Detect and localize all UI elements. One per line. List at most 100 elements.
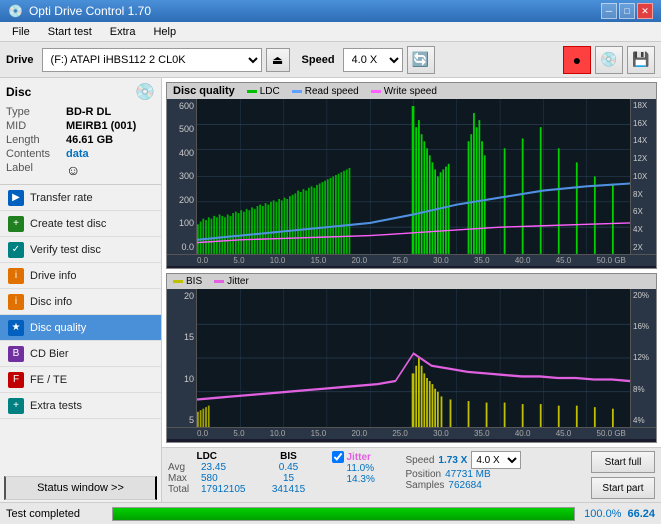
chart-bis-section: BIS Jitter 20 15 10 5	[166, 273, 657, 443]
disc-label-icon[interactable]: ☺	[66, 162, 80, 178]
ldc-avg: 23.45	[201, 462, 226, 473]
chart2-x-5: 5.0	[233, 429, 244, 438]
drive-select[interactable]: (F:) ATAPI iHBS112 2 CL0K	[42, 48, 262, 72]
chart1-y-0: 0.0	[169, 242, 194, 252]
save-button[interactable]: 💾	[627, 46, 655, 74]
speed-current: 1.73 X	[438, 455, 467, 466]
jitter-checkbox[interactable]	[332, 451, 344, 463]
disc-contents-value: data	[66, 148, 89, 160]
chart2-header: BIS Jitter	[167, 274, 656, 289]
sidebar-item-disc-info[interactable]: i Disc info	[0, 289, 161, 315]
speed-select[interactable]: 4.0 X	[343, 48, 403, 72]
disc-mid-value: MEIRB1 (001)	[66, 120, 136, 132]
chart2-y-20: 20	[169, 291, 194, 301]
cd-bier-icon: B	[8, 346, 24, 362]
chart-container: Disc quality LDC Read speed Write speed	[162, 78, 661, 447]
disc-type-value: BD-R DL	[66, 106, 111, 118]
disc-mid-field: MID MEIRB1 (001)	[6, 120, 155, 132]
sidebar-item-fe-te[interactable]: F FE / TE	[0, 367, 161, 393]
menu-extra[interactable]: Extra	[102, 24, 144, 40]
bis-total: 341415	[264, 484, 314, 495]
verify-test-disc-label: Verify test disc	[30, 244, 101, 256]
status-bar: Test completed 100.0% 66.24	[0, 502, 661, 524]
sidebar-item-transfer-rate[interactable]: ▶ Transfer rate	[0, 185, 161, 211]
drive-info-label: Drive info	[30, 270, 76, 282]
title-bar: 💿 Opti Drive Control 1.70 ─ □ ✕	[0, 0, 661, 22]
progress-value: 100.0%	[581, 508, 621, 520]
menu-file[interactable]: File	[4, 24, 38, 40]
refresh-button[interactable]: 🔄	[407, 46, 435, 74]
start-full-button[interactable]: Start full	[591, 451, 655, 473]
bis-avg: 0.45	[264, 462, 314, 473]
fe-te-icon: F	[8, 372, 24, 388]
chart1-x-10: 10.0	[270, 256, 286, 265]
speed-max-select[interactable]: 4.0 X	[471, 451, 521, 469]
chart2-yr-16: 16%	[633, 322, 654, 331]
disc-title: Disc	[6, 85, 31, 99]
disc-button[interactable]: 💿	[595, 46, 623, 74]
sidebar-item-cd-bier[interactable]: B CD Bier	[0, 341, 161, 367]
jitter-max: 14.3%	[332, 474, 392, 485]
chart1-yr-4x: 4X	[633, 225, 654, 234]
chart2-x-25: 25.0	[392, 429, 408, 438]
chart1-x-45: 45.0	[556, 256, 572, 265]
minimize-button[interactable]: ─	[601, 3, 617, 19]
maximize-button[interactable]: □	[619, 3, 635, 19]
menu-bar: File Start test Extra Help	[0, 22, 661, 42]
position-label: Position	[406, 469, 442, 480]
ldc-header: LDC	[168, 451, 246, 462]
chart1-yr-12x: 12X	[633, 154, 654, 163]
disc-length-value: 46.61 GB	[66, 134, 113, 146]
chart1-x-20: 20.0	[351, 256, 367, 265]
disc-section-icon: 💿	[135, 82, 155, 102]
sidebar-item-extra-tests[interactable]: + Extra tests	[0, 393, 161, 419]
sidebar-item-drive-info[interactable]: i Drive info	[0, 263, 161, 289]
sidebar-item-create-test-disc[interactable]: + Create test disc	[0, 211, 161, 237]
chart1-svg	[197, 99, 630, 254]
chart1-y-100: 100	[169, 218, 194, 228]
chart1-x-15: 15.0	[311, 256, 327, 265]
create-test-disc-label: Create test disc	[30, 218, 106, 230]
jitter-avg: 11.0%	[332, 463, 392, 474]
chart2-y-15: 15	[169, 332, 194, 342]
disc-section: Disc 💿 Type BD-R DL MID MEIRB1 (001) Len…	[0, 78, 161, 185]
chart2-yr-12: 12%	[633, 353, 654, 362]
start-part-button[interactable]: Start part	[591, 477, 655, 499]
menu-start-test[interactable]: Start test	[40, 24, 100, 40]
bis-legend-label: BIS	[186, 276, 202, 287]
disc-type-label: Type	[6, 106, 66, 118]
main-layout: Disc 💿 Type BD-R DL MID MEIRB1 (001) Len…	[0, 78, 661, 502]
burn-button[interactable]: ●	[563, 46, 591, 74]
chart1-x-40: 40.0	[515, 256, 531, 265]
chart1-yr-16x: 16X	[633, 119, 654, 128]
disc-type-field: Type BD-R DL	[6, 106, 155, 118]
chart1-x-35: 35.0	[474, 256, 490, 265]
create-test-disc-icon: +	[8, 216, 24, 232]
jitter-legend: Jitter	[214, 276, 249, 287]
chart1-x-25: 25.0	[392, 256, 408, 265]
eject-button[interactable]: ⏏	[266, 48, 290, 72]
chart1-x-5: 5.0	[233, 256, 244, 265]
read-speed-legend: Read speed	[292, 86, 359, 97]
sidebar-item-disc-quality[interactable]: ★ Disc quality	[0, 315, 161, 341]
disc-info-icon: i	[8, 294, 24, 310]
menu-help[interactable]: Help	[145, 24, 184, 40]
progress-bar-container	[112, 507, 575, 521]
chart2-yr-4: 4%	[633, 416, 654, 425]
close-button[interactable]: ✕	[637, 3, 653, 19]
ldc-max: 580	[201, 473, 218, 484]
chart1-header: Disc quality LDC Read speed Write speed	[167, 83, 656, 99]
chart1-yr-8x: 8X	[633, 190, 654, 199]
chart2-yr-8: 8%	[633, 385, 654, 394]
chart1-x-30: 30.0	[433, 256, 449, 265]
chart2-x-30: 30.0	[433, 429, 449, 438]
disc-length-label: Length	[6, 134, 66, 146]
chart1-y-300: 300	[169, 171, 194, 181]
status-window-button[interactable]: Status window >>	[4, 476, 157, 500]
chart2-x-45: 45.0	[556, 429, 572, 438]
disc-length-field: Length 46.61 GB	[6, 134, 155, 146]
chart2-x-15: 15.0	[311, 429, 327, 438]
window-controls[interactable]: ─ □ ✕	[601, 3, 653, 19]
left-panel: Disc 💿 Type BD-R DL MID MEIRB1 (001) Len…	[0, 78, 162, 502]
sidebar-item-verify-test-disc[interactable]: ✓ Verify test disc	[0, 237, 161, 263]
